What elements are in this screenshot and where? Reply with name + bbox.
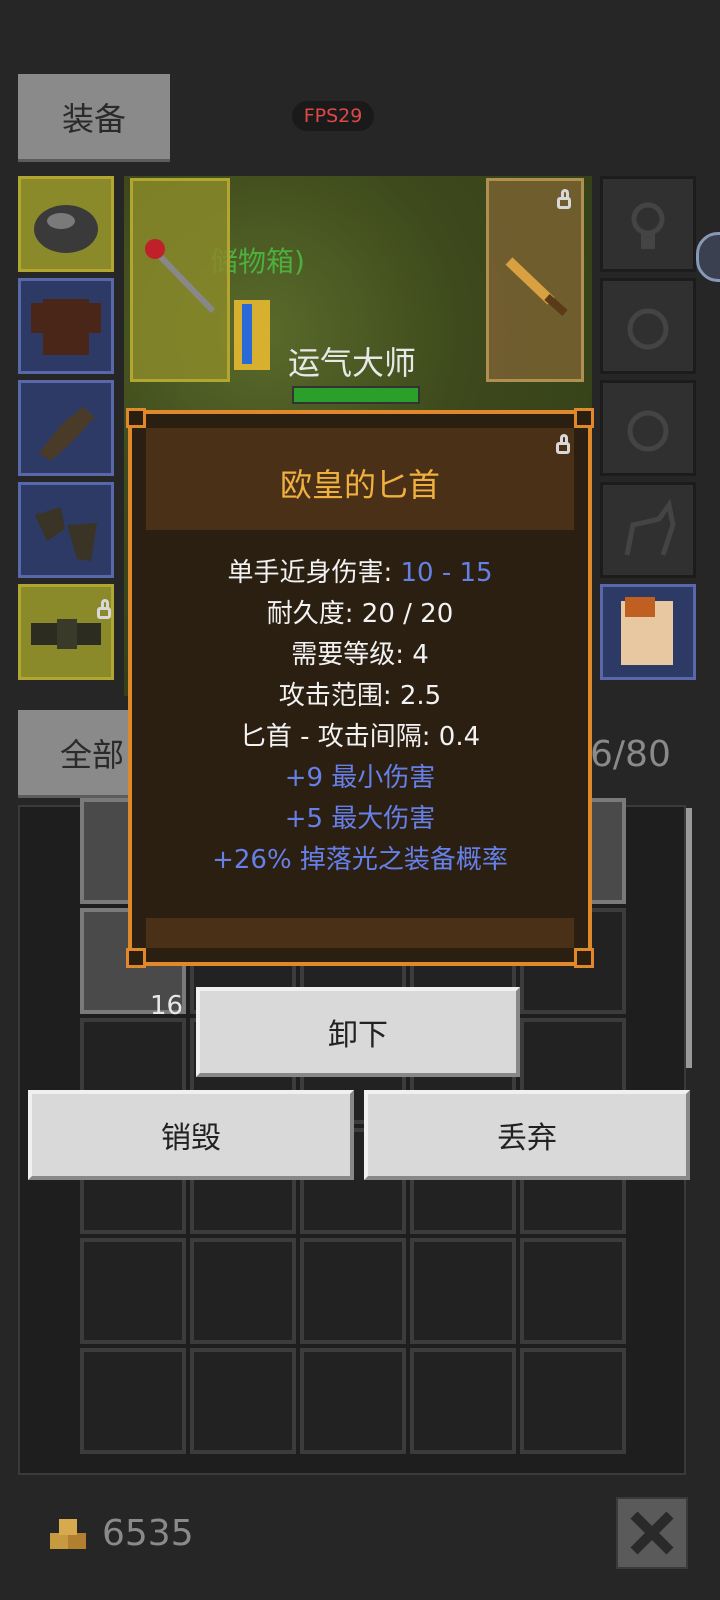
armor-icon xyxy=(31,299,101,355)
lock-icon xyxy=(97,599,111,619)
ring-icon xyxy=(627,410,669,452)
lock-icon xyxy=(557,189,571,209)
gold-amount: 6535 xyxy=(102,1513,194,1554)
tab-equipment[interactable]: 装备 xyxy=(18,74,170,162)
footer-bar: 6535 xyxy=(0,1475,720,1600)
fps-counter: FPS29 xyxy=(292,101,374,131)
scroll-slot[interactable] xyxy=(600,584,696,680)
helmet-icon xyxy=(34,205,98,253)
belt-slot[interactable] xyxy=(18,584,114,680)
helmet-slot[interactable] xyxy=(18,176,114,272)
discard-button[interactable]: 丢弃 xyxy=(364,1090,690,1180)
gloves-slot[interactable] xyxy=(18,380,114,476)
stat-damage: 单手近身伤害: 10 - 15 xyxy=(227,558,493,588)
stack-count: 16 xyxy=(150,991,184,1021)
character-sprite xyxy=(234,300,270,370)
ring-icon xyxy=(627,308,669,350)
amulet-icon xyxy=(631,202,665,249)
affix-max-damage: +5 最大伤害 xyxy=(284,804,436,834)
player-name: 运气大师 xyxy=(288,344,417,382)
close-button[interactable] xyxy=(616,1497,688,1569)
amulet-slot[interactable] xyxy=(600,176,696,272)
ring-slot-2[interactable] xyxy=(600,380,696,476)
stat-attack-interval: 匕首 - 攻击间隔: 0.4 xyxy=(239,722,481,752)
boots-slot[interactable] xyxy=(18,482,114,578)
player-health-bar xyxy=(292,386,420,404)
affix-min-damage: +9 最小伤害 xyxy=(284,763,436,793)
close-icon xyxy=(630,1511,674,1555)
tooltip-footer xyxy=(146,918,574,948)
off-hand-slot[interactable] xyxy=(486,178,584,382)
ring-slot-1[interactable] xyxy=(600,278,696,374)
gold-icon xyxy=(50,1519,86,1549)
stat-required-level: 需要等级: 4 xyxy=(291,640,429,670)
stat-attack-range: 攻击范围: 2.5 xyxy=(278,681,442,711)
lock-icon[interactable] xyxy=(556,434,570,454)
item-name: 欧皇的匕首 xyxy=(279,466,440,504)
unequip-button[interactable]: 卸下 xyxy=(196,987,520,1077)
affix-drop-rate: +26% 掉落光之装备概率 xyxy=(212,845,508,875)
boots-icon xyxy=(35,507,97,561)
pet-slot[interactable] xyxy=(600,482,696,578)
armor-slot[interactable] xyxy=(18,278,114,374)
inventory-filter-all[interactable]: 全部 xyxy=(18,710,128,798)
side-badge[interactable] xyxy=(696,232,720,282)
glove-icon xyxy=(39,407,95,461)
destroy-button[interactable]: 销毁 xyxy=(28,1090,354,1180)
main-hand-slot[interactable] xyxy=(130,178,230,382)
pet-icon xyxy=(624,498,676,556)
belt-icon xyxy=(31,619,101,649)
stat-durability: 耐久度: 20 / 20 xyxy=(266,599,454,629)
inventory-scrollbar[interactable] xyxy=(686,808,692,1068)
item-tooltip: 欧皇的匕首 单手近身伤害: 10 - 15 耐久度: 20 / 20 需要等级:… xyxy=(126,408,594,968)
inventory-capacity: 6/80 xyxy=(590,734,671,775)
staff-icon xyxy=(145,239,216,314)
scroll-icon xyxy=(621,597,673,665)
dagger-icon xyxy=(505,257,568,316)
